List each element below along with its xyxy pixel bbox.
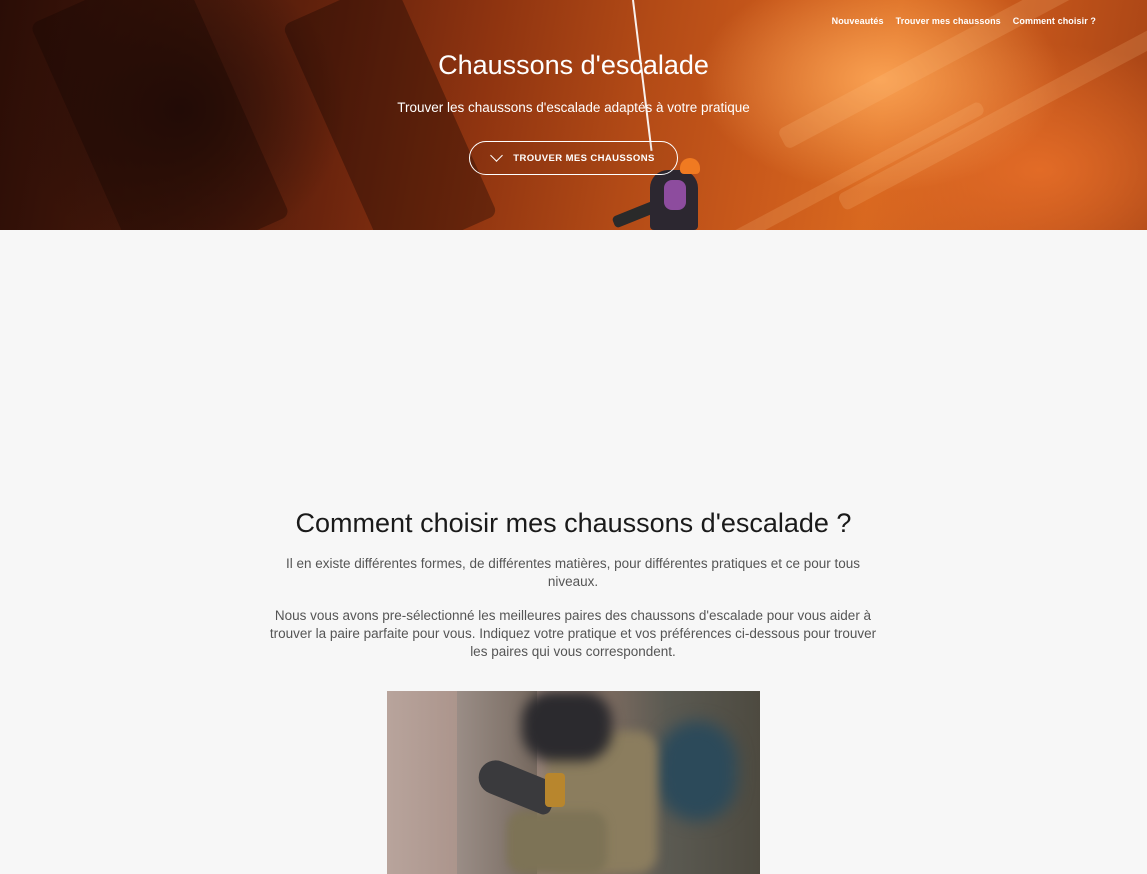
- climbing-shoe-photo: [387, 691, 760, 874]
- hero-title: Chaussons d'escalade: [438, 50, 709, 80]
- find-shoes-button-label: TROUVER MES CHAUSSONS: [513, 152, 655, 164]
- hero-rock-shadow: [29, 0, 291, 230]
- photo-climber-arm: [522, 691, 612, 761]
- climber-figure: [664, 180, 686, 210]
- climbing-shoe-strap: [545, 773, 565, 807]
- intro-paragraph: Il en existe différentes formes, de diff…: [285, 556, 861, 589]
- hero-banner: Nouveautés Trouver mes chaussons Comment…: [0, 0, 1147, 230]
- hero-subtitle: Trouver les chaussons d'escalade adaptés…: [397, 100, 750, 115]
- climber-helmet: [680, 158, 700, 174]
- description-paragraph: Nous vous avons pre-sélectionné les meil…: [269, 608, 877, 659]
- find-shoes-button[interactable]: TROUVER MES CHAUSSONS: [469, 141, 678, 175]
- top-navigation: Nouveautés Trouver mes chaussons Comment…: [832, 16, 1096, 26]
- nav-link-trouver-mes-chaussons[interactable]: Trouver mes chaussons: [896, 16, 1001, 26]
- photo-climber-blur: [657, 721, 737, 821]
- section-title: Comment choisir mes chaussons d'escalade…: [295, 508, 852, 538]
- photo-climber-pants: [507, 811, 607, 874]
- hero-rock-streak: [714, 100, 986, 230]
- chevron-down-icon: [490, 149, 504, 162]
- nav-link-comment-choisir[interactable]: Comment choisir ?: [1013, 16, 1096, 26]
- nav-link-nouveautes[interactable]: Nouveautés: [832, 16, 884, 26]
- hero-rock-shadow: [282, 0, 498, 230]
